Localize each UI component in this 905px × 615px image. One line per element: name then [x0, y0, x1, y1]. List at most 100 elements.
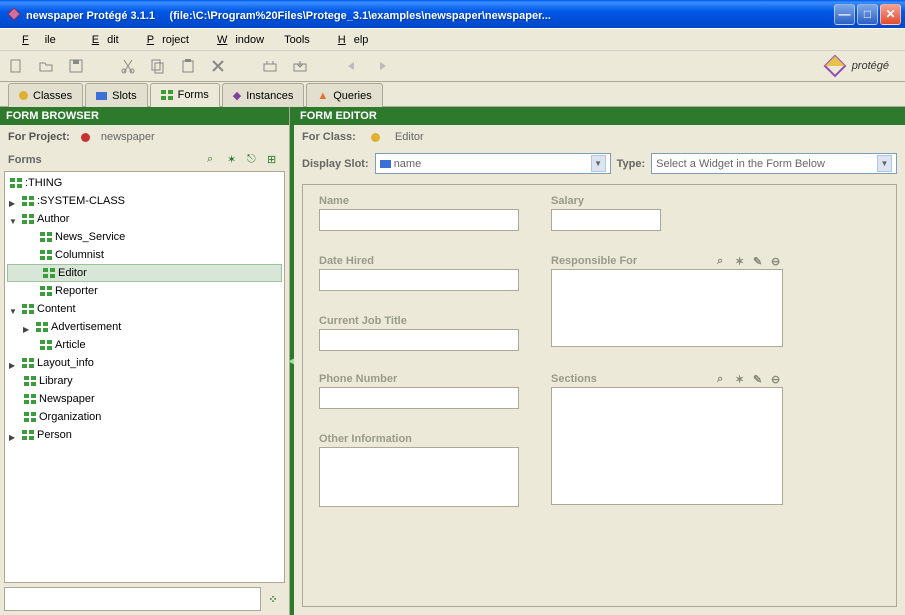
- window-titlebar: newspaper Protégé 3.1.1 (file:\C:\Progra…: [0, 0, 905, 28]
- display-slot-dropdown[interactable]: name ▼: [375, 153, 611, 174]
- field-name[interactable]: Name: [319, 195, 519, 231]
- tab-instances[interactable]: ◆Instances: [222, 83, 305, 107]
- tree-article[interactable]: Article: [5, 336, 284, 354]
- toolbar: protégé: [0, 50, 905, 82]
- browser-search-button[interactable]: ⁘: [261, 587, 285, 611]
- form-canvas[interactable]: Name Salary Date Hired Responsible For ⌕…: [302, 184, 897, 607]
- undo-icon[interactable]: [344, 58, 360, 74]
- slot-type-row: Display Slot: name ▼ Type: Select a Widg…: [294, 149, 905, 178]
- protege-logo: protégé: [822, 53, 897, 79]
- name-input[interactable]: [319, 209, 519, 231]
- dropdown-arrow-icon: ▼: [877, 155, 892, 172]
- field-sections[interactable]: Sections ⌕✶✎⊖: [551, 373, 783, 505]
- forms-toolbar: Forms ⌕ ✶ ⎋ ⊞: [0, 149, 289, 171]
- tab-queries[interactable]: ▲Queries: [306, 83, 382, 107]
- for-project-row: For Project: newspaper: [0, 125, 289, 149]
- tree-editor[interactable]: Editor: [7, 264, 282, 282]
- tree-columnist[interactable]: Columnist: [5, 246, 284, 264]
- field-salary[interactable]: Salary: [551, 195, 661, 231]
- tree-advertisement[interactable]: Advertisement: [5, 318, 284, 336]
- remove-icon[interactable]: ⊖: [771, 255, 783, 267]
- browser-footer: ⁘: [4, 587, 285, 611]
- tree-reporter[interactable]: Reporter: [5, 282, 284, 300]
- responsible-for-tools: ⌕ ✶ ✎ ⊖: [717, 255, 783, 267]
- cut-icon[interactable]: [120, 58, 136, 74]
- form-editor-header: FORM EDITOR: [294, 107, 905, 125]
- class-dot-icon: [371, 133, 380, 142]
- field-other-info[interactable]: Other Information: [319, 433, 519, 507]
- display-slot-label: Display Slot:: [302, 158, 369, 170]
- field-date-hired[interactable]: Date Hired: [319, 255, 519, 291]
- field-phone[interactable]: Phone Number: [319, 373, 519, 409]
- form-browser-panel: FORM BROWSER For Project: newspaper Form…: [0, 107, 290, 615]
- project-dot-icon: [81, 133, 90, 142]
- star-icon[interactable]: ✶: [735, 373, 747, 385]
- close-button[interactable]: ✕: [880, 4, 901, 25]
- job-title-input[interactable]: [319, 329, 519, 351]
- new-icon[interactable]: [8, 58, 24, 74]
- archive-icon[interactable]: [262, 58, 278, 74]
- customize-icon[interactable]: ✶: [227, 153, 241, 167]
- menubar: File Edit Project Window Tools Help: [0, 28, 905, 50]
- field-responsible-for[interactable]: Responsible For ⌕✶✎⊖: [551, 255, 783, 347]
- tab-forms[interactable]: Forms: [150, 83, 220, 107]
- app-icon: [6, 6, 22, 22]
- tab-slots[interactable]: Slots: [85, 83, 147, 107]
- search-icon[interactable]: ⌕: [207, 153, 221, 167]
- remove-icon[interactable]: ⎋: [247, 153, 261, 167]
- sections-list[interactable]: [551, 387, 783, 505]
- form-browser-header: FORM BROWSER: [0, 107, 289, 125]
- tree-layout-info[interactable]: Layout_info: [5, 354, 284, 372]
- forms-tree[interactable]: :THING :SYSTEM-CLASS Author News_Service…: [4, 171, 285, 583]
- tree-content[interactable]: Content: [5, 300, 284, 318]
- form-editor-panel: FORM EDITOR For Class: Editor Display Sl…: [294, 107, 905, 615]
- tree-system-class[interactable]: :SYSTEM-CLASS: [5, 192, 284, 210]
- field-job-title[interactable]: Current Job Title: [319, 315, 519, 351]
- archive2-icon[interactable]: [292, 58, 308, 74]
- for-class-row: For Class: Editor: [294, 125, 905, 149]
- type-label: Type:: [617, 158, 646, 170]
- copy-icon[interactable]: [150, 58, 166, 74]
- remove-icon[interactable]: ⊖: [771, 373, 783, 385]
- dropdown-arrow-icon: ▼: [591, 155, 606, 172]
- menu-window[interactable]: Window: [201, 32, 272, 48]
- title-text: newspaper Protégé 3.1.1 (file:\C:\Progra…: [26, 7, 834, 22]
- date-hired-input[interactable]: [319, 269, 519, 291]
- tree-newspaper[interactable]: Newspaper: [5, 390, 284, 408]
- phone-input[interactable]: [319, 387, 519, 409]
- layout-icon[interactable]: ⊞: [267, 153, 281, 167]
- menu-help[interactable]: Help: [322, 32, 377, 48]
- menu-file[interactable]: File: [6, 32, 72, 48]
- tree-thing[interactable]: :THING: [5, 174, 284, 192]
- star-icon[interactable]: ✶: [735, 255, 747, 267]
- tab-bar: Classes Slots Forms ◆Instances ▲Queries: [0, 82, 905, 106]
- type-dropdown[interactable]: Select a Widget in the Form Below ▼: [651, 153, 897, 174]
- browser-search-input[interactable]: [4, 587, 261, 611]
- edit-icon[interactable]: ✎: [753, 255, 765, 267]
- delete-icon[interactable]: [210, 58, 226, 74]
- salary-input[interactable]: [551, 209, 661, 231]
- minimize-button[interactable]: —: [834, 4, 855, 25]
- forms-label: Forms: [8, 154, 42, 166]
- paste-icon[interactable]: [180, 58, 196, 74]
- redo-icon[interactable]: [374, 58, 390, 74]
- save-icon[interactable]: [68, 58, 84, 74]
- tree-author[interactable]: Author: [5, 210, 284, 228]
- menu-tools[interactable]: Tools: [276, 32, 318, 48]
- open-icon[interactable]: [38, 58, 54, 74]
- window-buttons: — □ ✕: [834, 4, 901, 25]
- tab-classes[interactable]: Classes: [8, 83, 83, 107]
- tree-person[interactable]: Person: [5, 426, 284, 444]
- workspace: FORM BROWSER For Project: newspaper Form…: [0, 106, 905, 615]
- menu-project[interactable]: Project: [131, 32, 197, 48]
- other-info-area[interactable]: [319, 447, 519, 507]
- search-icon[interactable]: ⌕: [717, 373, 729, 385]
- tree-news-service[interactable]: News_Service: [5, 228, 284, 246]
- search-icon[interactable]: ⌕: [717, 255, 729, 267]
- maximize-button[interactable]: □: [857, 4, 878, 25]
- tree-organization[interactable]: Organization: [5, 408, 284, 426]
- edit-icon[interactable]: ✎: [753, 373, 765, 385]
- tree-library[interactable]: Library: [5, 372, 284, 390]
- menu-edit[interactable]: Edit: [76, 32, 127, 48]
- responsible-for-list[interactable]: [551, 269, 783, 347]
